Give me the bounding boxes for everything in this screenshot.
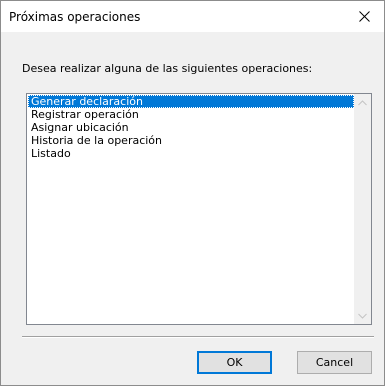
title-bar: Próximas operaciones (1, 1, 384, 32)
scroll-down-button[interactable] (354, 307, 371, 324)
window-title: Próximas operaciones (9, 10, 141, 24)
separator-line (22, 336, 374, 338)
ok-button[interactable]: OK (197, 351, 272, 374)
list-item-1[interactable]: Registrar operación (28, 108, 354, 121)
list-item-2[interactable]: Asignar ubicación (28, 121, 354, 134)
list-item-3[interactable]: Historia de la operación (28, 134, 354, 147)
close-button[interactable] (344, 1, 384, 32)
list-item-4[interactable]: Listado (28, 147, 354, 160)
list-item-0[interactable]: Generar declaración (28, 95, 354, 108)
cancel-button[interactable]: Cancel (297, 351, 372, 374)
options-list: Generar declaración Registrar operación … (28, 95, 354, 323)
chevron-down-icon (358, 313, 367, 319)
prompt-text: Desea realizar alguna de las siguientes … (22, 62, 313, 75)
close-icon (358, 11, 370, 22)
scroll-up-button[interactable] (354, 94, 371, 111)
vertical-scrollbar[interactable] (354, 94, 371, 324)
chevron-up-icon (358, 99, 367, 105)
operations-listbox[interactable]: Generar declaración Registrar operación … (26, 93, 372, 325)
dialog-window: Próximas operaciones Desea realizar algu… (0, 0, 385, 386)
